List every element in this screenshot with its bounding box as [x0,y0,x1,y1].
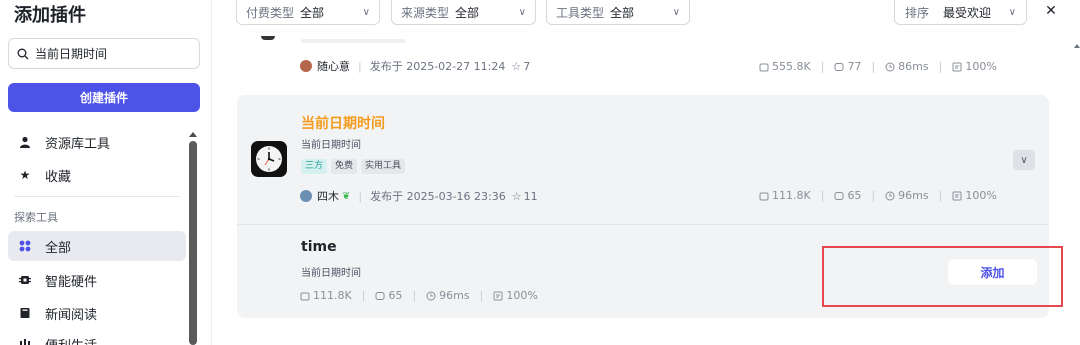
tool-stats: 111.8K | 65 | 96ms | 100% [300,289,538,302]
star-count: 11 [523,189,538,203]
tool-name: time [301,239,337,255]
scroll-up-arrow[interactable] [189,132,197,137]
plugin-meta: 四木 ❦ | 发布于 2025-03-16 23:36 ☆ 11 [300,188,538,204]
plugin-card[interactable]: 随心意 | 发布于 2025-02-27 11:24 ☆ 7 555.8K | … [237,34,1049,84]
publish-date: 发布于 2025-03-16 23:36 [370,190,506,203]
sidebar-item-news-reading[interactable]: 新闻阅读 [8,298,186,328]
avatar [300,190,312,202]
calls-icon [759,192,769,200]
filter-value: 全部 [455,5,480,20]
collapse-button[interactable]: ∨ [1013,150,1035,170]
sort-value: 最受欢迎 [943,5,992,20]
plugin-stats: 111.8K | 65 | 96ms | 100% [759,189,997,202]
sidebar-item-label: 全部 [45,240,72,256]
sidebar-item-label: 收藏 [45,169,72,185]
book-icon [18,306,32,320]
sidebar-item-all[interactable]: 全部 [8,231,186,261]
star-icon: ☆ [511,59,522,73]
tag: 免费 [331,159,358,174]
plugin-icon [261,36,275,40]
chevron-down-icon: ∨ [1008,6,1016,18]
sidebar-divider [14,196,180,197]
plugin-tags: 三方 免费 实用工具 [301,159,406,174]
clock-icon [885,62,895,71]
filter-label: 来源类型 [401,5,450,20]
author-name: 四木 [317,190,339,203]
comment-icon [375,291,385,300]
success-icon [952,191,962,200]
sidebar-item-convenient-life[interactable]: 便利生活 [8,329,186,345]
clock-icon [885,191,895,200]
sidebar: 添加插件 当前日期时间 创建插件 资源库工具 ★ 收藏 探索工具 全部 智能硬件… [0,0,212,345]
success-icon [493,291,503,300]
publish-date: 发布于 2025-02-27 11:24 [369,60,506,73]
sidebar-item-smart-hardware[interactable]: 智能硬件 [8,265,186,295]
success-icon [952,62,962,71]
scroll-up-arrow[interactable] [1074,44,1080,48]
filter-label: 工具类型 [556,5,605,20]
create-plugin-button[interactable]: 创建插件 [8,83,200,112]
author-name: 随心意 [317,60,350,73]
calls-icon [300,292,310,300]
sidebar-item-library-tools[interactable]: 资源库工具 [8,127,186,157]
tag: 三方 [301,159,328,174]
star-icon: ★ [19,168,31,182]
search-input[interactable]: 当前日期时间 [8,38,200,69]
section-label: 探索工具 [14,211,58,224]
plugin-stats: 555.8K | 77 | 86ms | 100% [759,60,997,73]
plugin-description: 当前日期时间 [301,140,361,151]
plugin-title: 当前日期时间 [301,116,385,132]
search-icon [17,48,29,59]
add-plugin-dialog: 添加插件 当前日期时间 创建插件 资源库工具 ★ 收藏 探索工具 全部 智能硬件… [0,0,1080,345]
building-icon [18,337,32,345]
chip-icon [18,273,32,287]
comment-icon [834,191,844,200]
sidebar-item-label: 资源库工具 [45,136,111,152]
source-type-filter[interactable]: 来源类型 全部 ∨ [391,0,536,25]
sort-dropdown[interactable]: 排序 最受欢迎 ∨ [894,0,1027,25]
chevron-down-icon: ∨ [1020,154,1028,166]
search-value: 当前日期时间 [35,47,108,61]
chevron-down-icon: ∨ [362,6,370,18]
clock-app-icon [251,141,287,177]
person-icon [18,135,32,149]
close-icon[interactable]: ✕ [1041,0,1061,22]
tool-description: 当前日期时间 [301,268,361,279]
sidebar-item-label: 便利生活 [45,335,97,345]
filter-label: 付费类型 [246,5,295,20]
dialog-title: 添加插件 [14,5,86,26]
plugin-meta: 随心意 | 发布于 2025-02-27 11:24 ☆ 7 [300,58,530,74]
filter-value: 全部 [300,5,325,20]
sidebar-item-label: 智能硬件 [45,274,98,290]
payment-type-filter[interactable]: 付费类型 全部 ∨ [236,0,380,25]
comment-icon [834,62,844,71]
tool-type-filter[interactable]: 工具类型 全部 ∨ [546,0,690,25]
tag: 实用工具 [361,159,406,174]
clock-icon [426,291,436,300]
highlight-box [822,246,1063,307]
avatar [300,60,312,72]
sidebar-item-favorites[interactable]: ★ 收藏 [8,160,186,190]
sort-label: 排序 [905,5,930,20]
star-count: 7 [523,59,531,73]
sidebar-item-label: 新闻阅读 [45,307,98,323]
star-icon: ☆ [511,189,522,203]
sprout-icon: ❦ [342,190,351,202]
divider [237,224,1049,225]
grid-icon [18,239,32,253]
filter-value: 全部 [610,5,635,20]
sidebar-scrollbar[interactable] [189,141,197,345]
calls-icon [759,63,769,71]
tag-fragment [301,39,406,43]
chevron-down-icon: ∨ [672,6,680,18]
chevron-down-icon: ∨ [518,6,526,18]
